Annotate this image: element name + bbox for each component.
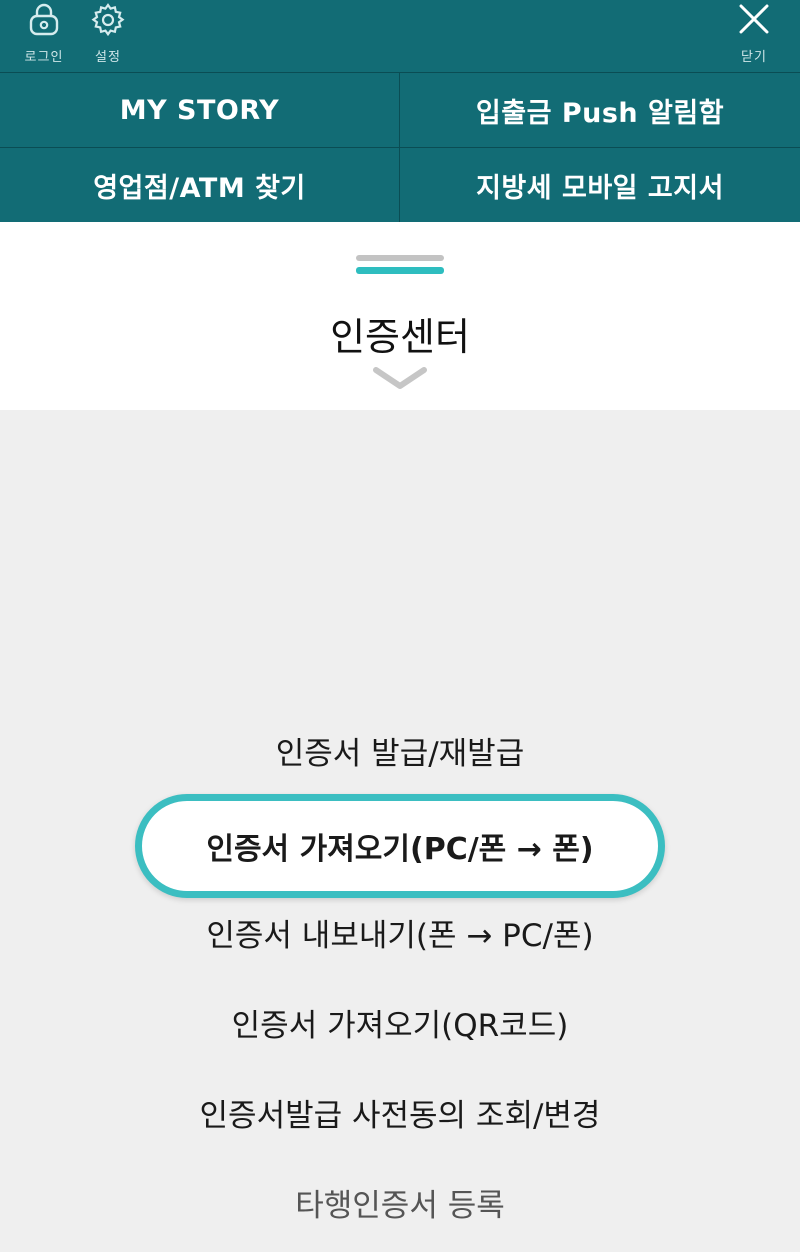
- chevron-down-icon[interactable]: [372, 366, 428, 392]
- drag-handle-accent: [356, 267, 444, 274]
- push-inbox-button[interactable]: 입출금 Push 알림함: [400, 73, 800, 148]
- menu-item-export[interactable]: 인증서 내보내기(폰 → PC/폰): [0, 906, 800, 966]
- branch-atm-finder-button[interactable]: 영업점/ATM 찾기: [0, 148, 400, 223]
- sheet-header[interactable]: 인증센터: [0, 222, 800, 410]
- sheet-title: 인증센터: [330, 315, 470, 359]
- settings-button[interactable]: 설정: [76, 0, 140, 72]
- my-story-button[interactable]: MY STORY: [0, 73, 400, 148]
- lock-icon: [29, 3, 59, 36]
- gear-icon: [91, 3, 125, 37]
- top-bar: 로그인 설정 닫기: [0, 0, 800, 72]
- close-button[interactable]: 닫기: [722, 0, 786, 72]
- local-tax-notice-button[interactable]: 지방세 모바일 고지서: [400, 148, 800, 223]
- close-icon: [739, 4, 769, 34]
- close-label: 닫기: [741, 50, 767, 65]
- menu-item-import-qr[interactable]: 인증서 가져오기(QR코드): [0, 996, 800, 1056]
- drag-handle[interactable]: [356, 255, 444, 261]
- menu-item-other-bank-register[interactable]: 타행인증서 등록: [0, 1176, 800, 1236]
- settings-label: 설정: [95, 50, 121, 65]
- quick-menu-grid: MY STORY 입출금 Push 알림함 영업점/ATM 찾기 지방세 모바일…: [0, 72, 800, 223]
- menu-item-preconsent[interactable]: 인증서발급 사전동의 조회/변경: [0, 1086, 800, 1146]
- menu-item-issue-reissue[interactable]: 인증서 발급/재발급: [0, 724, 800, 784]
- login-label: 로그인: [24, 50, 64, 65]
- login-button[interactable]: 로그인: [12, 0, 76, 72]
- menu-item-import-pc-phone[interactable]: 인증서 가져오기(PC/폰 → 폰): [135, 794, 665, 898]
